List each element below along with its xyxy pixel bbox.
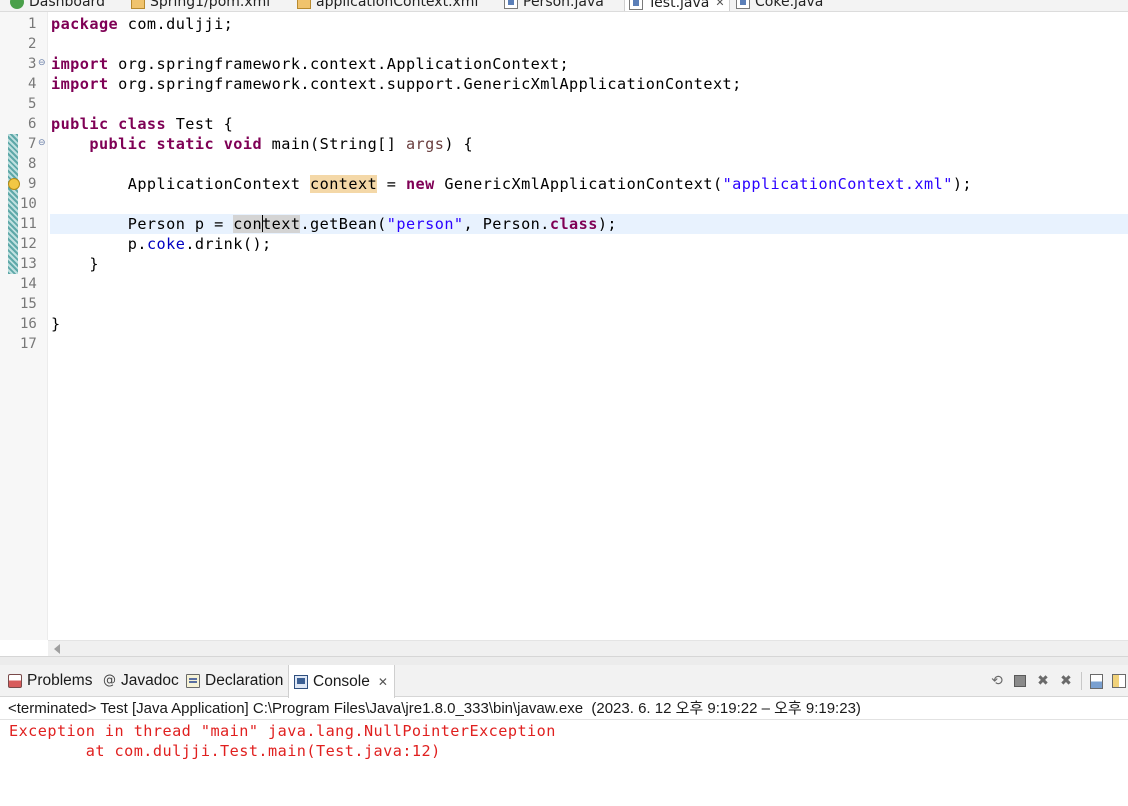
tab-label: Declaration bbox=[205, 672, 284, 689]
code-line: 10 bbox=[0, 194, 1128, 214]
code-line: 5 bbox=[0, 94, 1128, 114]
tab-test-java[interactable]: Test.java ✕ bbox=[624, 0, 730, 11]
code-line: 2 bbox=[0, 34, 1128, 54]
code-editor[interactable]: 1 package com.duljji; 2 3 ⊖ import org.s… bbox=[0, 12, 1128, 656]
scroll-left-icon[interactable] bbox=[54, 644, 60, 654]
console-toolbar: ⟲ ✖ ✖ bbox=[983, 665, 1128, 697]
tab-pom-xml[interactable]: Spring1/pom.xml bbox=[131, 0, 271, 11]
code-text[interactable]: } bbox=[51, 254, 99, 274]
close-icon[interactable]: ✕ bbox=[715, 0, 724, 9]
dashboard-icon bbox=[10, 0, 24, 9]
tab-person-java[interactable]: Person.java bbox=[504, 0, 604, 11]
fold-collapse-icon[interactable]: ⊖ bbox=[38, 58, 46, 68]
xml-file-icon bbox=[131, 0, 145, 9]
code-line: 13 } bbox=[0, 254, 1128, 274]
java-file-icon bbox=[504, 0, 518, 9]
line-number: 5 bbox=[28, 96, 37, 112]
line-number: 9 bbox=[28, 176, 37, 192]
code-text[interactable]: Person p = context.getBean("person", Per… bbox=[51, 214, 617, 234]
code-line: 6 public class Test { bbox=[0, 114, 1128, 134]
line-number: 8 bbox=[28, 156, 37, 172]
code-line: 14 bbox=[0, 274, 1128, 294]
code-line: 12 p.coke.drink(); bbox=[0, 234, 1128, 254]
line-number: 11 bbox=[20, 216, 37, 232]
code-line: 17 bbox=[0, 334, 1128, 354]
code-line: 8 bbox=[0, 154, 1128, 174]
console-error-line[interactable]: Exception in thread "main" java.lang.Nul… bbox=[9, 721, 1128, 741]
terminate-relaunch-icon[interactable]: ⟲ bbox=[988, 672, 1006, 690]
scroll-lock-icon[interactable] bbox=[1087, 672, 1105, 690]
line-number: 10 bbox=[20, 196, 37, 212]
tab-javadoc[interactable]: @ Javadoc bbox=[103, 665, 179, 697]
line-number: 14 bbox=[20, 276, 37, 292]
tab-label: Test.java bbox=[648, 0, 710, 11]
line-number: 12 bbox=[20, 236, 37, 252]
console-icon bbox=[294, 674, 308, 689]
tab-label: Problems bbox=[27, 672, 93, 689]
line-number: 2 bbox=[28, 36, 37, 52]
code-text[interactable]: import org.springframework.context.suppo… bbox=[51, 74, 742, 94]
view-separator[interactable] bbox=[0, 656, 1128, 665]
code-text[interactable]: } bbox=[51, 314, 61, 334]
line-number: 17 bbox=[20, 336, 37, 352]
line-number: 16 bbox=[20, 316, 37, 332]
tab-problems[interactable]: Problems bbox=[8, 665, 92, 697]
console-stacktrace-line[interactable]: at com.duljji.Test.main(Test.java:12) bbox=[9, 741, 1128, 761]
tab-applicationcontext-xml[interactable]: applicationContext.xml bbox=[297, 0, 479, 11]
remove-launch-icon[interactable]: ✖ bbox=[1034, 672, 1052, 690]
code-line: 15 bbox=[0, 294, 1128, 314]
line-number: 15 bbox=[20, 296, 37, 312]
code-line: 7 ⊖ public static void main(String[] arg… bbox=[0, 134, 1128, 154]
line-number: 13 bbox=[20, 256, 37, 272]
code-line: 9 ApplicationContext context = new Gener… bbox=[0, 174, 1128, 194]
console-launch-header: <terminated> Test [Java Application] C:\… bbox=[0, 698, 1128, 720]
bottom-view-tabs: Problems @ Javadoc Declaration Console ✕… bbox=[0, 665, 1128, 698]
line-number: 4 bbox=[28, 76, 37, 92]
code-text[interactable]: package com.duljji; bbox=[51, 14, 233, 34]
tab-label: Spring1/pom.xml bbox=[150, 0, 271, 10]
tab-label: Person.java bbox=[523, 0, 604, 10]
java-file-icon bbox=[736, 0, 750, 9]
line-number: 1 bbox=[28, 16, 37, 32]
code-text[interactable]: import org.springframework.context.Appli… bbox=[51, 54, 569, 74]
problems-icon bbox=[8, 674, 22, 688]
tab-label: Dashboard bbox=[29, 0, 105, 10]
code-text[interactable]: public static void main(String[] args) { bbox=[51, 134, 473, 154]
code-line: 4 import org.springframework.context.sup… bbox=[0, 74, 1128, 94]
code-line: 11 Person p = context.getBean("person", … bbox=[0, 214, 1128, 234]
word-wrap-icon[interactable] bbox=[1110, 672, 1128, 690]
tab-label: applicationContext.xml bbox=[316, 0, 479, 10]
declaration-icon bbox=[186, 674, 200, 688]
tab-coke-java[interactable]: Coke.java bbox=[736, 0, 824, 11]
javadoc-icon: @ bbox=[103, 673, 116, 688]
terminate-icon[interactable] bbox=[1011, 672, 1029, 690]
console-output[interactable]: Exception in thread "main" java.lang.Nul… bbox=[0, 721, 1128, 806]
xml-file-icon bbox=[297, 0, 311, 9]
tab-label: Javadoc bbox=[121, 672, 179, 689]
code-line: 16 } bbox=[0, 314, 1128, 334]
code-line: 3 ⊖ import org.springframework.context.A… bbox=[0, 54, 1128, 74]
close-icon[interactable]: ✕ bbox=[378, 675, 388, 689]
code-text[interactable]: ApplicationContext context = new Generic… bbox=[51, 174, 972, 194]
line-number: 6 bbox=[28, 116, 37, 132]
fold-collapse-icon[interactable]: ⊖ bbox=[38, 138, 46, 148]
toolbar-divider bbox=[1081, 672, 1082, 690]
tab-console[interactable]: Console ✕ bbox=[288, 665, 395, 698]
remove-all-terminated-icon[interactable]: ✖ bbox=[1057, 672, 1075, 690]
horizontal-scrollbar[interactable] bbox=[48, 640, 1128, 656]
tab-dashboard[interactable]: Dashboard bbox=[10, 0, 105, 11]
editor-tab-strip: Dashboard Spring1/pom.xml applicationCon… bbox=[0, 0, 1128, 12]
tab-declaration[interactable]: Declaration bbox=[186, 665, 283, 697]
tab-label: Coke.java bbox=[755, 0, 824, 10]
tab-label: Console bbox=[313, 672, 370, 690]
code-text[interactable]: public class Test { bbox=[51, 114, 233, 134]
code-text[interactable]: p.coke.drink(); bbox=[51, 234, 272, 254]
code-line: 1 package com.duljji; bbox=[0, 14, 1128, 34]
java-file-icon bbox=[629, 0, 643, 10]
